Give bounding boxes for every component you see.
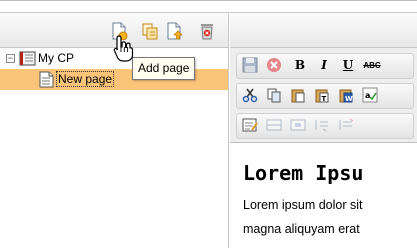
cancel-icon[interactable] <box>264 55 284 75</box>
table-icon[interactable] <box>264 115 284 135</box>
table-cell-icon[interactable] <box>288 115 308 135</box>
editor-panel: B I U ABC T W a Lorem Ipsu Lorem ipsum d… <box>230 12 417 248</box>
tree-item-label: New page <box>55 71 115 87</box>
underline-button[interactable]: U <box>338 55 358 75</box>
indent-icon[interactable] <box>312 115 332 135</box>
copy-icon[interactable] <box>264 85 284 105</box>
toolbar-row-1: B I U ABC <box>234 52 417 79</box>
editor-content[interactable]: Lorem Ipsu Lorem ipsum dolor sit magna a… <box>230 143 417 248</box>
tooltip: Add page <box>132 57 196 80</box>
svg-text:a: a <box>365 91 370 100</box>
bold-button[interactable]: B <box>290 55 310 75</box>
outdent-icon[interactable] <box>336 115 356 135</box>
content-line: magna aliquyam erat <box>243 222 360 236</box>
delete-page-icon[interactable] <box>198 22 216 40</box>
edit-source-icon[interactable] <box>240 115 260 135</box>
app-frame: − My CP New page Add page B I U ABC T W … <box>0 0 417 248</box>
save-icon[interactable] <box>240 55 260 75</box>
move-page-up-icon[interactable] <box>165 22 183 40</box>
paste-text-icon[interactable]: T <box>312 85 332 105</box>
toolbar-row-2: T W a <box>234 82 417 109</box>
spellcheck-icon[interactable]: a <box>360 85 380 105</box>
svg-text:T: T <box>322 95 327 103</box>
content-line: Lorem ipsum dolor sit <box>243 198 363 212</box>
paste-word-icon[interactable]: W <box>336 85 356 105</box>
toolbar-row-3 <box>234 112 417 139</box>
collapse-icon[interactable]: − <box>6 54 15 63</box>
cut-icon[interactable] <box>240 85 260 105</box>
italic-button[interactable]: I <box>314 55 334 75</box>
copy-page-icon[interactable] <box>141 22 159 40</box>
hand-cursor-icon <box>112 34 134 62</box>
editor-header <box>230 12 417 48</box>
strikethrough-button[interactable]: ABC <box>362 55 382 75</box>
editor-toolbar: B I U ABC T W a <box>230 48 417 143</box>
content-heading: Lorem Ipsu <box>243 161 364 185</box>
svg-text:W: W <box>345 95 353 103</box>
tree-item-label: My CP <box>38 51 74 65</box>
top-border <box>0 0 417 1</box>
book-icon <box>19 50 36 67</box>
page-icon <box>39 71 54 88</box>
paste-icon[interactable] <box>288 85 308 105</box>
